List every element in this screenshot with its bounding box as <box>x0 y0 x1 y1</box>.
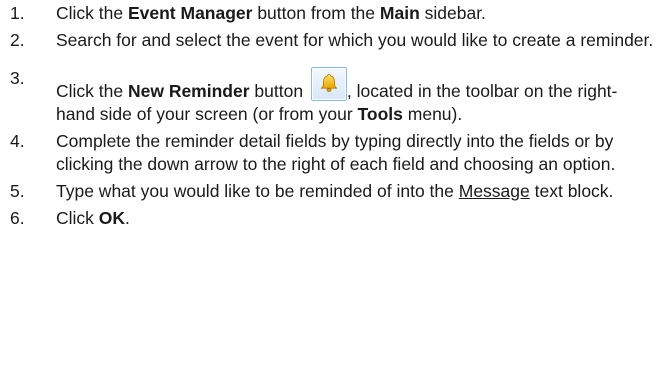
message-label: Message <box>458 181 530 201</box>
step-text: Type what you would like to be reminded … <box>56 181 614 201</box>
tools-label: Tools <box>357 104 403 124</box>
event-manager-label: Event Manager <box>127 3 253 23</box>
step-text: Click the Event Manager button from the … <box>56 3 486 23</box>
step-text: Click the New Reminder button , located … <box>56 67 656 126</box>
step-1: 1. Click the Event Manager button from t… <box>10 2 656 25</box>
new-reminder-button[interactable] <box>310 67 347 101</box>
step-2: 2. Search for and select the event for w… <box>10 29 656 52</box>
main-label: Main <box>379 3 420 23</box>
step-number: 3. <box>10 68 25 88</box>
bell-icon <box>320 74 338 92</box>
step-number: 1. <box>10 3 25 23</box>
step-text: Click OK. <box>56 208 130 228</box>
step-6: 6. Click OK. <box>10 207 656 230</box>
step-5: 5. Type what you would like to be remind… <box>10 180 656 203</box>
ok-label: OK <box>98 208 126 228</box>
step-number: 5. <box>10 181 25 201</box>
step-text: Complete the reminder detail fields by t… <box>56 131 616 174</box>
step-4: 4. Complete the reminder detail fields b… <box>10 130 656 176</box>
step-3: 3. Click the New Reminder button , locat… <box>10 67 656 126</box>
step-text: Search for and select the event for whic… <box>56 30 654 50</box>
step-number: 6. <box>10 208 25 228</box>
new-reminder-label: New Reminder <box>127 81 250 101</box>
instruction-list: 1. Click the Event Manager button from t… <box>0 2 664 230</box>
step-number: 2. <box>10 30 25 50</box>
step-number: 4. <box>10 131 25 151</box>
